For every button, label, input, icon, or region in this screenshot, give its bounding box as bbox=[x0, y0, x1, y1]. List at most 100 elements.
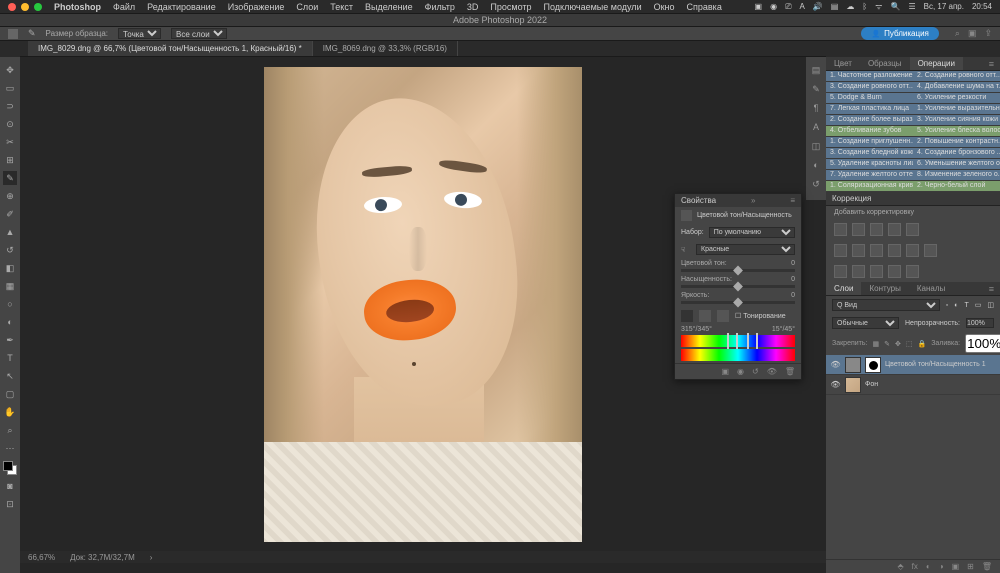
tab-color[interactable]: Цвет bbox=[826, 57, 860, 70]
zoom-tool[interactable]: ⌕ bbox=[3, 423, 17, 437]
lock-nest-icon[interactable]: ⬚ bbox=[906, 340, 913, 348]
action-item[interactable]: 3. Создание бледной кожи bbox=[826, 148, 913, 159]
tab-channels[interactable]: Каналы bbox=[909, 282, 953, 295]
status-icon[interactable]: ⎚ bbox=[785, 2, 791, 12]
doc-size[interactable]: Док: 32,7M/32,7M bbox=[70, 553, 135, 562]
action-item[interactable]: 5. Dodge & Burn bbox=[826, 93, 913, 104]
menu-layers[interactable]: Слои bbox=[296, 2, 318, 12]
stamp-tool[interactable]: ▲ bbox=[3, 225, 17, 239]
quickmask-tool[interactable]: ◙ bbox=[3, 479, 17, 493]
adj-brightness-icon[interactable] bbox=[834, 223, 847, 236]
panel-icon[interactable]: ↺ bbox=[810, 179, 823, 192]
status-icon[interactable]: 🔊 bbox=[813, 2, 823, 11]
props-header[interactable]: Свойства » ≡ bbox=[675, 194, 801, 207]
action-item[interactable]: 2. Создание более выраз... bbox=[826, 115, 913, 126]
panel-menu-icon[interactable]: ≡ bbox=[790, 196, 795, 205]
layer-mask[interactable] bbox=[865, 357, 881, 373]
action-item[interactable]: 8. Изменение зеленого о... bbox=[913, 170, 1000, 181]
lig-track[interactable] bbox=[681, 301, 795, 304]
wifi-icon[interactable]: ᯤ bbox=[875, 1, 882, 12]
pen-tool[interactable]: ✒ bbox=[3, 333, 17, 347]
lock-pos-icon[interactable]: ✥ bbox=[895, 340, 901, 348]
colorbar-bottom[interactable] bbox=[681, 349, 795, 361]
tab-actions[interactable]: Операции bbox=[910, 57, 963, 70]
action-item[interactable]: 1. Создание приглушенн... bbox=[826, 137, 913, 148]
menu-items[interactable]: Photoshop Файл Редактирование Изображени… bbox=[54, 2, 722, 12]
group-icon[interactable]: ▣ bbox=[952, 562, 960, 571]
share-icon[interactable]: ⇪ bbox=[984, 28, 992, 39]
search-icon[interactable]: ⌕ bbox=[955, 28, 960, 39]
action-item[interactable]: 2. Повышение контрастн... bbox=[913, 137, 1000, 148]
adj-photo-icon[interactable] bbox=[888, 244, 901, 257]
action-item[interactable]: 2. Создание ровного отт... bbox=[913, 71, 1000, 82]
fill-input[interactable] bbox=[965, 334, 1000, 353]
clip-icon[interactable]: ▣ bbox=[721, 367, 729, 376]
crop-tool[interactable]: ✂ bbox=[3, 135, 17, 149]
collapse-icon[interactable]: » bbox=[751, 196, 755, 205]
frame-tool[interactable]: ⊞ bbox=[3, 153, 17, 167]
adj-lookup-icon[interactable] bbox=[924, 244, 937, 257]
tab-swatches[interactable]: Образцы bbox=[860, 57, 910, 70]
action-item[interactable]: 7. Легкая пластика лица bbox=[826, 104, 913, 115]
lock-all-icon[interactable]: 🔒 bbox=[917, 340, 926, 348]
action-item[interactable]: 5. Усиление блеска волос bbox=[913, 126, 1000, 137]
colorize-checkbox[interactable]: ☐ Тонирование bbox=[735, 312, 786, 320]
control-center-icon[interactable]: ☰ bbox=[908, 2, 915, 11]
heal-tool[interactable]: ⊕ bbox=[3, 189, 17, 203]
doc-tab-1[interactable]: IMG_8029.dng @ 66,7% (Цветовой тон/Насыщ… bbox=[28, 41, 313, 56]
reset-icon[interactable]: ↺ bbox=[752, 367, 759, 376]
action-item[interactable]: 4. Отбеливание зубов bbox=[826, 126, 913, 137]
lock-trans-icon[interactable]: ▦ bbox=[872, 340, 879, 348]
marquee-tool[interactable]: ▭ bbox=[3, 81, 17, 95]
lasso-tool[interactable]: ⊃ bbox=[3, 99, 17, 113]
menu-edit[interactable]: Редактирование bbox=[147, 2, 216, 12]
action-item[interactable]: 3. Усиление сияния кожи bbox=[913, 115, 1000, 126]
menu-app[interactable]: Photoshop bbox=[54, 2, 101, 12]
trash-icon[interactable]: 🗑 bbox=[785, 367, 795, 376]
adj-bw-icon[interactable] bbox=[870, 244, 883, 257]
menu-file[interactable]: Файл bbox=[113, 2, 135, 12]
screenmode-tool[interactable]: ⊡ bbox=[3, 497, 17, 511]
menu-text[interactable]: Текст bbox=[330, 2, 353, 12]
fx-icon[interactable]: fx bbox=[912, 562, 918, 571]
panel-icon[interactable]: ¶ bbox=[810, 103, 823, 116]
menu-plugins[interactable]: Подключаемые модули bbox=[544, 2, 642, 12]
opacity-input[interactable] bbox=[966, 318, 994, 328]
action-item[interactable]: 1. Соляризационная крив... bbox=[826, 181, 913, 192]
dodge-tool[interactable]: ◐ bbox=[3, 315, 17, 329]
link-icon[interactable]: ⬘ bbox=[898, 562, 904, 571]
blur-tool[interactable]: ○ bbox=[3, 297, 17, 311]
doc-tab-2[interactable]: IMG_8069.dng @ 33,3% (RGB/16) bbox=[313, 41, 458, 56]
type-tool[interactable]: T bbox=[3, 351, 17, 365]
adj-thresh-icon[interactable] bbox=[870, 265, 883, 278]
sat-track[interactable] bbox=[681, 285, 795, 288]
preset-select[interactable]: По умолчанию bbox=[709, 227, 795, 238]
corrections-title[interactable]: Коррекция bbox=[826, 192, 1000, 206]
filter-pixel-icon[interactable]: ▫ bbox=[946, 302, 948, 309]
zoom-level[interactable]: 66,67% bbox=[28, 553, 55, 562]
sat-value[interactable]: 0 bbox=[791, 276, 795, 283]
action-item[interactable]: 1. Усиление выразительн... bbox=[913, 104, 1000, 115]
sample-layers-select[interactable]: Все слои bbox=[171, 28, 227, 39]
menu-window[interactable]: Окно bbox=[654, 2, 675, 12]
adj-exposure-icon[interactable] bbox=[888, 223, 901, 236]
canvas[interactable] bbox=[264, 67, 582, 542]
chevron-right-icon[interactable]: › bbox=[150, 553, 153, 562]
colorbar-top[interactable] bbox=[681, 335, 795, 347]
action-item[interactable]: 4. Создание бронзового ... bbox=[913, 148, 1000, 159]
sample-size-select[interactable]: Точка bbox=[118, 28, 161, 39]
adj-mixer-icon[interactable] bbox=[906, 244, 919, 257]
blend-mode-select[interactable]: Обычные bbox=[832, 317, 899, 329]
status-icon[interactable]: A bbox=[799, 2, 804, 11]
status-icon[interactable]: ▣ bbox=[755, 2, 763, 11]
action-item[interactable]: 7. Удаление желтого отте... bbox=[826, 170, 913, 181]
hand-icon[interactable]: ☟ bbox=[681, 246, 691, 254]
action-item[interactable]: 4. Добавление шума на т... bbox=[913, 82, 1000, 93]
action-item[interactable]: 6. Уменьшение желтого о... bbox=[913, 159, 1000, 170]
layer-thumb[interactable] bbox=[845, 377, 861, 393]
eyedropper-sub-icon[interactable] bbox=[717, 310, 729, 322]
status-icon[interactable]: ☁ bbox=[846, 2, 854, 11]
panel-icon[interactable]: ✎ bbox=[810, 84, 823, 97]
action-item[interactable]: 5. Удаление красноты лиц bbox=[826, 159, 913, 170]
channel-select[interactable]: Красные bbox=[696, 244, 795, 255]
